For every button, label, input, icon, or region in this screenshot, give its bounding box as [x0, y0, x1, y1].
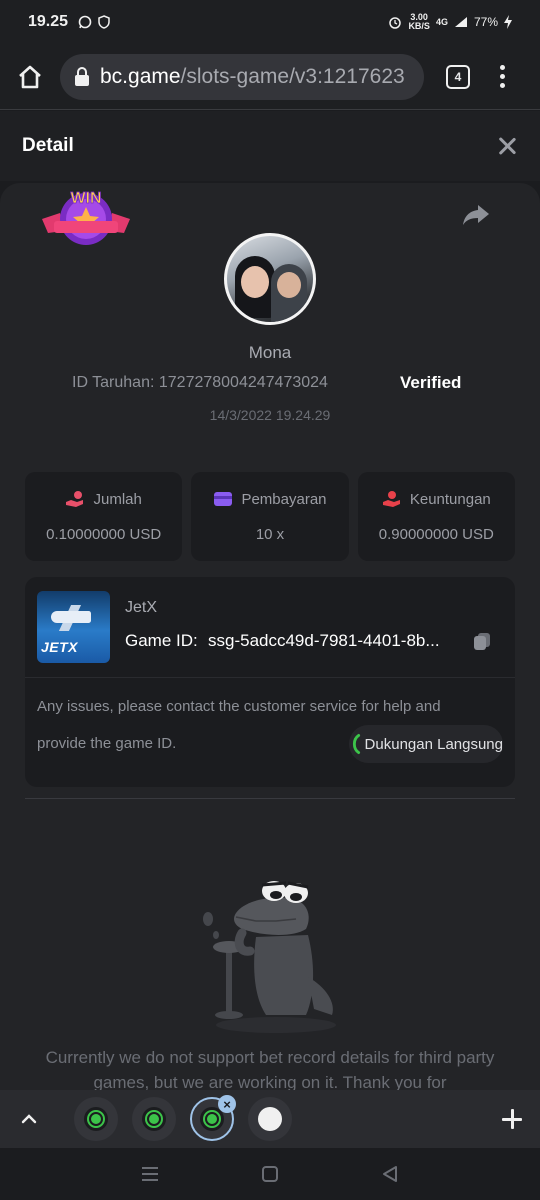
shield-icon [98, 15, 110, 29]
network-speed: 3.00 KB/S [408, 13, 430, 31]
bet-stats: Jumlah 0.10000000 USD Pembayaran 10 x Ke… [25, 472, 515, 561]
recents-button[interactable] [142, 1167, 158, 1181]
live-support-button[interactable]: Dukungan Langsung [349, 725, 503, 763]
chevron-up-icon [21, 1114, 37, 1124]
overflow-menu-button[interactable] [500, 65, 505, 88]
network-type: 4G [435, 17, 448, 27]
stat-value: 10 x [255, 526, 285, 543]
lock-icon[interactable] [74, 66, 90, 87]
browser-tab-bar: × [0, 1090, 540, 1148]
url-path: /slots-game/v3:1217623 [180, 64, 405, 88]
status-bar: 19.25 3.00 KB/S 4G 77% [0, 0, 540, 44]
tab-bcgame-active[interactable]: × [190, 1095, 236, 1141]
system-nav-bar [0, 1148, 540, 1200]
address-bar[interactable]: bc.game/slots-game/v3:1217623 [60, 53, 424, 100]
stat-profit: Keuntungan 0.90000000 USD [357, 472, 515, 561]
copy-icon[interactable] [472, 631, 492, 651]
stat-label: Pembayaran [241, 490, 327, 508]
bet-detail-panel: WIN Mona ID Taruhan: 1727278004247473024… [0, 183, 540, 1093]
tab-bcgame-1[interactable] [74, 1097, 118, 1141]
dot-icon [500, 65, 505, 70]
status-time: 19.25 [28, 13, 69, 30]
dot-icon [500, 83, 505, 88]
stat-value: 0.10000000 USD [46, 526, 162, 543]
whatsapp-icon [78, 15, 92, 29]
tab-bcgame-2[interactable] [132, 1097, 176, 1141]
stat-header: Pembayaran [213, 490, 327, 508]
bet-datetime: 14/3/2022 19.24.29 [209, 407, 331, 423]
stat-payout: Pembayaran 10 x [191, 472, 349, 561]
tab-globe[interactable] [248, 1097, 292, 1141]
avatar-face [277, 272, 301, 298]
live-support-label: Dukungan Langsung [364, 735, 503, 753]
game-card: JETX JetX Game ID: ssg-5adcc49d-7981-440… [25, 577, 515, 787]
support-note-line1: Any issues, please contact the customer … [37, 698, 441, 715]
divider [25, 677, 515, 678]
game-thumbnail[interactable]: JETX [37, 591, 110, 663]
charging-icon [504, 15, 512, 29]
stat-header: Keuntungan [382, 490, 491, 508]
verified-button[interactable]: Verified [400, 373, 461, 393]
game-id-label: Game ID: [125, 631, 198, 650]
win-badge-text: WIN [70, 190, 101, 207]
username: Mona [248, 343, 292, 362]
home-button[interactable] [0, 65, 60, 89]
avatar-face [241, 266, 269, 298]
home-icon [19, 65, 41, 88]
signal-icon [454, 17, 467, 27]
stat-label: Keuntungan [409, 490, 491, 508]
tab-switcher-button[interactable]: 4 [446, 64, 470, 89]
expand-tabs-button[interactable] [0, 1114, 58, 1124]
win-badge-icon: WIN [42, 190, 130, 245]
dot-icon [500, 74, 505, 79]
stat-amount: Jumlah 0.10000000 USD [25, 472, 183, 561]
status-notification-icons [78, 15, 110, 29]
support-note-line2: provide the game ID. [37, 735, 177, 752]
card-icon [214, 492, 233, 506]
bcgame-icon [84, 1107, 108, 1131]
avatar [224, 233, 316, 325]
back-icon[interactable] [382, 1165, 398, 1183]
game-name: JetX [125, 599, 158, 616]
support-icon [352, 733, 361, 755]
game-thumbnail-logo: JETX [41, 639, 79, 655]
empty-state-message: Currently we do not support bet record d… [45, 1048, 495, 1092]
globe-icon [258, 1107, 282, 1131]
bcgame-icon [142, 1107, 166, 1131]
page-title: Detail [22, 135, 74, 156]
close-tab-icon[interactable]: × [218, 1095, 236, 1113]
divider [25, 798, 515, 799]
crocodile-mascot-icon [203, 881, 336, 1033]
new-tab-button[interactable] [502, 1109, 522, 1129]
home-nav-button[interactable] [262, 1166, 278, 1182]
url-host: bc.game [100, 64, 181, 88]
bet-id: ID Taruhan: 1727278004247473024 [72, 374, 328, 391]
stat-header: Jumlah [65, 490, 142, 508]
profit-hand-icon [382, 491, 400, 507]
status-right-icons: 3.00 KB/S 4G 77% [388, 13, 512, 31]
tab-group: × [74, 1095, 292, 1141]
close-icon[interactable] [496, 135, 518, 157]
stat-label: Jumlah [93, 490, 142, 508]
game-id-value: ssg-5adcc49d-7981-4401-8b... [208, 631, 440, 650]
speed-unit: KB/S [408, 21, 430, 31]
alarm-icon [389, 17, 402, 29]
share-icon[interactable] [462, 203, 490, 227]
jet-body [51, 611, 91, 623]
detail-header: Detail [0, 111, 540, 181]
coin-hand-icon [66, 491, 84, 507]
stat-value: 0.90000000 USD [378, 526, 494, 543]
browser-toolbar: bc.game/slots-game/v3:1217623 4 [0, 44, 540, 110]
battery-level: 77% [473, 15, 498, 29]
